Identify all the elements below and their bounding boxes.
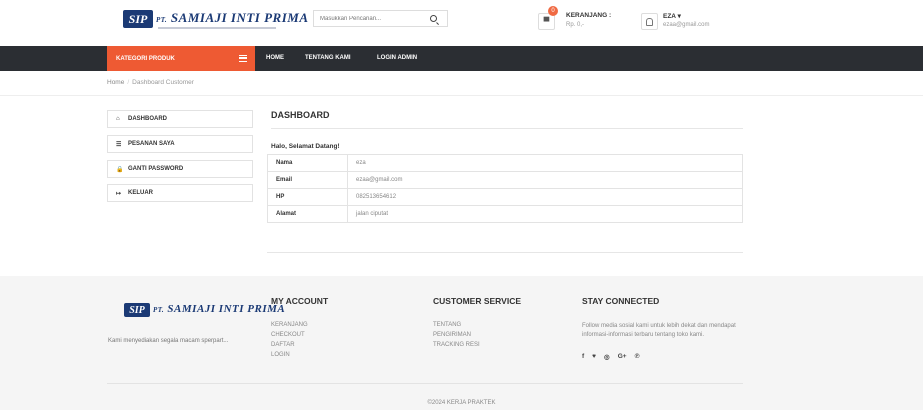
cart-icon: ▀ (543, 17, 550, 26)
table-row: Email ezaa@gmail.com (267, 171, 743, 189)
footer-link-daftar[interactable]: DAFTAR (271, 342, 295, 348)
instagram-icon[interactable]: ◎ (604, 353, 610, 361)
logo-prefix: PT. (156, 16, 168, 24)
user-icon (646, 17, 653, 26)
cart-count-badge: 0 (548, 6, 558, 16)
cart-total: Rp. 0,- (566, 22, 585, 28)
sidebar-item-ganti-password[interactable]: 🔒 GANTI PASSWORD (107, 160, 253, 178)
search-input[interactable] (314, 11, 424, 26)
facebook-icon[interactable]: f (582, 353, 584, 361)
cart-widget[interactable]: ▀ 0 KERANJANG : Rp. 0,- (538, 6, 634, 32)
sidebar-item-keluar[interactable]: ↦ KELUAR (107, 184, 253, 202)
logo-name: SAMIAJI INTI PRIMA (170, 10, 309, 25)
sidebar-item-label: DASHBOARD (128, 116, 167, 122)
field-label: HP (267, 188, 348, 206)
category-label: KATEGORI PRODUK (116, 55, 175, 62)
footer-account-title: MY ACCOUNT (271, 296, 329, 306)
breadcrumb: Home / Dashboard Customer (107, 79, 194, 86)
twitter-icon[interactable]: ♥ (592, 353, 596, 361)
field-value: 082513654612 (347, 188, 743, 206)
breadcrumb-current: Dashboard Customer (132, 79, 194, 86)
nav-tentang-kami[interactable]: TENTANG KAMI (305, 46, 351, 71)
divider (271, 128, 743, 129)
footer-connect-title: STAY CONNECTED (582, 296, 660, 306)
footer-link-pengiriman[interactable]: PENGIRIMAN (433, 332, 471, 338)
field-label: Nama (267, 154, 348, 172)
divider (0, 95, 923, 96)
search-icon[interactable] (430, 15, 437, 22)
logo-subline (158, 27, 276, 29)
footer-tagline: Kami menyediakan segala macam sperpart..… (108, 338, 229, 344)
footer-link-tentang[interactable]: TENTANG (433, 322, 461, 328)
nav-home[interactable]: HOME (266, 46, 284, 71)
field-value: jalan ciputat (347, 205, 743, 223)
greeting-text: Halo, Selamat Datang! (271, 143, 340, 150)
category-menu-button[interactable]: KATEGORI PRODUK (107, 46, 255, 71)
logo-text: PT. SAMIAJI INTI PRIMA (156, 11, 309, 27)
user-menu[interactable]: EZA ▾ ezaa@gmail.com (641, 10, 761, 32)
user-button[interactable] (641, 13, 658, 30)
nav-login-admin[interactable]: LOGIN ADMIN (377, 46, 417, 71)
footer-service-title: CUSTOMER SERVICE (433, 296, 522, 306)
social-links: f ♥ ◎ G+ ℗ (582, 353, 639, 361)
logo-badge: SIP (124, 303, 150, 317)
site-logo[interactable]: SIP PT. SAMIAJI INTI PRIMA (123, 9, 309, 29)
sidebar-item-label: GANTI PASSWORD (128, 166, 184, 172)
pinterest-icon[interactable]: ℗ (635, 353, 640, 361)
breadcrumb-separator: / (127, 79, 130, 86)
sidebar-item-label: KELUAR (128, 190, 153, 196)
logo-prefix: PT. (153, 306, 165, 314)
field-label: Email (267, 171, 348, 189)
footer-link-login[interactable]: LOGIN (271, 352, 290, 358)
footer-connect-description: Follow media sosial kami untuk lebih dek… (582, 323, 736, 338)
footer-link-tracking-resi[interactable]: TRACKING RESI (433, 342, 480, 348)
customer-info-table: Nama eza Email ezaa@gmail.com HP 0825136… (267, 154, 743, 223)
google-plus-icon[interactable]: G+ (618, 353, 627, 361)
sidebar-item-pesanan-saya[interactable]: ☰ PESANAN SAYA (107, 135, 253, 153)
footer-logo[interactable]: SIP PT. SAMIAJI INTI PRIMA (124, 303, 285, 317)
divider (107, 383, 743, 384)
field-value: eza (347, 154, 743, 172)
field-label: Alamat (267, 205, 348, 223)
table-row: Nama eza (267, 154, 743, 172)
footer-link-keranjang[interactable]: KERANJANG (271, 322, 308, 328)
logo-text: PT. SAMIAJI INTI PRIMA (153, 303, 285, 317)
lock-icon: 🔒 (116, 166, 124, 173)
table-row: Alamat jalan ciputat (267, 205, 743, 223)
breadcrumb-home[interactable]: Home (107, 79, 124, 86)
field-value: ezaa@gmail.com (347, 171, 743, 189)
divider (267, 252, 743, 253)
table-row: HP 082513654612 (267, 188, 743, 206)
menu-icon (239, 55, 247, 62)
footer-link-checkout[interactable]: CHECKOUT (271, 332, 305, 338)
page-title: DASHBOARD (271, 110, 330, 120)
main-nav: KATEGORI PRODUK HOME TENTANG KAMI LOGIN … (0, 46, 923, 71)
cart-title: KERANJANG : (566, 12, 612, 19)
site-footer: SIP PT. SAMIAJI INTI PRIMA Kami menyedia… (0, 276, 923, 410)
user-email: ezaa@gmail.com (663, 22, 710, 28)
search-box (313, 10, 448, 27)
logo-badge: SIP (123, 10, 153, 28)
user-name[interactable]: EZA ▾ (663, 12, 681, 20)
home-icon: ⌂ (116, 116, 120, 122)
logo-name: SAMIAJI INTI PRIMA (167, 303, 286, 315)
copyright-text: ©2024 KERJA PRAKTEK (427, 400, 496, 406)
logout-icon: ↦ (116, 190, 122, 197)
sidebar-item-dashboard[interactable]: ⌂ DASHBOARD (107, 110, 253, 128)
site-header: SIP PT. SAMIAJI INTI PRIMA ▀ 0 KERANJANG… (0, 0, 923, 44)
list-icon: ☰ (116, 141, 122, 148)
sidebar-item-label: PESANAN SAYA (128, 141, 175, 147)
